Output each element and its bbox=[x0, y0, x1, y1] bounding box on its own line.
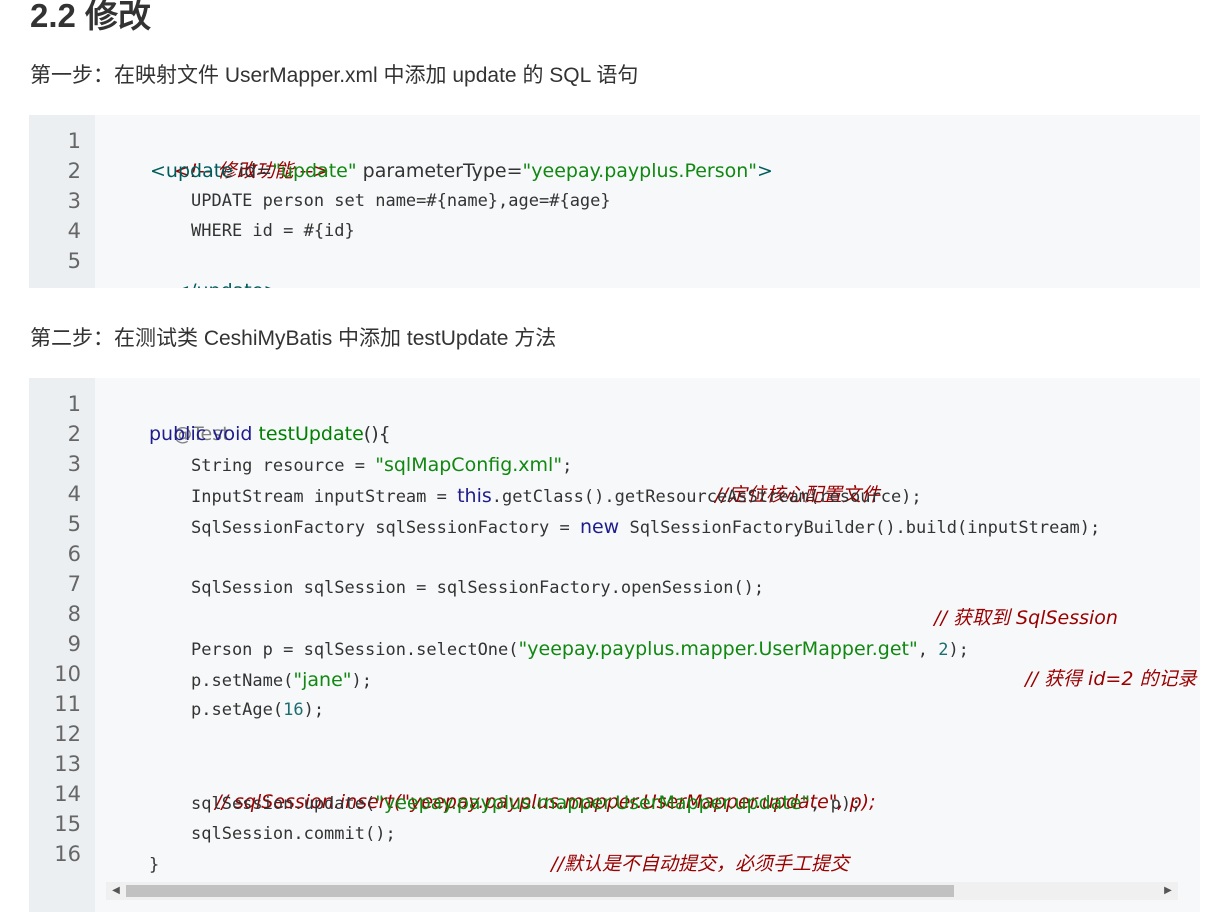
xml-attr-value: "yeepay.payplus.Person" bbox=[522, 160, 758, 182]
line-number: 10 bbox=[54, 662, 81, 686]
code-keyword: new bbox=[579, 516, 620, 538]
line-number: 7 bbox=[67, 572, 81, 596]
step-one-text: 第一步：在映射文件 UserMapper.xml 中添加 update 的 SQ… bbox=[30, 64, 639, 87]
code-line: } bbox=[149, 855, 160, 875]
code-line: Person p = sqlSession.selectOne("yeepay.… bbox=[191, 634, 969, 665]
code-line: </update> bbox=[150, 246, 279, 288]
code-line: <update id="update" parameterType="yeepa… bbox=[150, 156, 773, 186]
xml-attr: parameterType= bbox=[356, 160, 523, 182]
xml-tag: > bbox=[757, 160, 773, 182]
line-number: 3 bbox=[67, 452, 81, 476]
code-keyword: this bbox=[457, 485, 492, 507]
code-string: "jane" bbox=[293, 669, 352, 691]
code-comment: // 获得 id=2 的记录 bbox=[1025, 668, 1197, 690]
line-number: 14 bbox=[54, 782, 81, 806]
line-number-gutter: 1 2 3 4 5 6 7 8 9 10 11 12 13 14 15 16 bbox=[29, 378, 95, 912]
code-line: UPDATE person set name=#{name},age=#{age… bbox=[191, 191, 611, 211]
code-number: 2 bbox=[938, 640, 949, 660]
line-number: 9 bbox=[67, 632, 81, 656]
code-line: p.setName("jane"); bbox=[191, 665, 372, 696]
code-keyword: public void bbox=[149, 423, 253, 445]
line-number: 1 bbox=[67, 129, 81, 153]
xml-attr-value: "update" bbox=[272, 160, 357, 182]
code-text: InputStream inputStream = bbox=[191, 487, 458, 507]
line-number-gutter: 1 2 3 4 5 bbox=[29, 115, 95, 288]
line-number: 3 bbox=[67, 189, 81, 213]
code-text: , bbox=[917, 640, 939, 660]
xml-code-block: 1 2 3 4 5 <!-- 修改功能 --> <update id="upda… bbox=[29, 115, 1200, 288]
line-number: 15 bbox=[54, 812, 81, 836]
horizontal-scrollbar[interactable]: ◀ ▶ bbox=[106, 882, 1178, 900]
code-comment: //默认是不自动提交，必须手工提交 bbox=[551, 853, 849, 875]
code-string: "sqlMapConfig.xml" bbox=[375, 454, 563, 476]
line-number: 5 bbox=[67, 249, 81, 273]
line-number: 1 bbox=[67, 392, 81, 416]
code-line: SqlSession sqlSession = sqlSessionFactor… bbox=[191, 578, 765, 598]
code-text: ); bbox=[948, 640, 969, 660]
code-number: 16 bbox=[283, 700, 304, 720]
xml-attr: id= bbox=[232, 160, 273, 182]
line-number: 16 bbox=[54, 842, 81, 866]
code-comment: // 获取到 SqlSession bbox=[934, 607, 1118, 629]
code-line: sqlSession.commit(); bbox=[191, 824, 396, 844]
code-line: public void testUpdate(){ bbox=[149, 419, 391, 449]
line-number: 8 bbox=[67, 602, 81, 626]
line-number: 4 bbox=[67, 219, 81, 243]
xml-tag: <update bbox=[150, 160, 233, 182]
code-line: InputStream inputStream = this.getClass(… bbox=[191, 481, 922, 512]
code-line: p.setAge(16); bbox=[191, 695, 324, 725]
line-number: 13 bbox=[54, 752, 81, 776]
code-line: String resource = "sqlMapConfig.xml"; bbox=[191, 450, 572, 481]
line-number: 11 bbox=[54, 692, 81, 716]
code-text: ); bbox=[303, 700, 325, 720]
code-function-name: testUpdate bbox=[258, 423, 364, 445]
code-line: SqlSessionFactory sqlSessionFactory = ne… bbox=[191, 512, 1100, 543]
code-text: , p); bbox=[810, 794, 862, 814]
line-number: 5 bbox=[67, 512, 81, 536]
xml-tag: </update> bbox=[174, 280, 279, 288]
code-line: WHERE id = #{id} bbox=[191, 221, 355, 241]
code-text: String resource = bbox=[191, 456, 376, 476]
line-number: 2 bbox=[67, 159, 81, 183]
code-line: // 获得 id=2 的记录 bbox=[1001, 634, 1196, 724]
section-heading: 2.2 修改 bbox=[30, 0, 152, 34]
line-number: 4 bbox=[67, 482, 81, 506]
scroll-right-icon[interactable]: ▶ bbox=[1158, 882, 1178, 900]
scrollbar-thumb[interactable] bbox=[126, 885, 954, 897]
java-code-block: 1 2 3 4 5 6 7 8 9 10 11 12 13 14 15 16 @… bbox=[29, 378, 1200, 912]
line-number: 6 bbox=[67, 542, 81, 566]
scroll-left-icon[interactable]: ◀ bbox=[106, 882, 126, 900]
code-text: sqlSession.update( bbox=[191, 794, 376, 814]
step-two-text: 第二步：在测试类 CeshiMyBatis 中添加 testUpdate 方法 bbox=[30, 327, 557, 350]
code-text: ); bbox=[351, 671, 372, 691]
line-number: 2 bbox=[67, 422, 81, 446]
code-text: ; bbox=[562, 456, 573, 476]
code-text: SqlSessionFactoryBuilder().build(inputSt… bbox=[619, 518, 1101, 538]
code-text: SqlSessionFactory sqlSessionFactory = bbox=[191, 518, 580, 538]
code-text: p.setAge( bbox=[191, 700, 284, 720]
code-string: "yeepay.payplus.mapper.UserMapper.update… bbox=[375, 792, 811, 814]
code-text: .getClass().getResourceAsStream(resource… bbox=[491, 487, 922, 507]
line-number: 12 bbox=[54, 722, 81, 746]
code-string: "yeepay.payplus.mapper.UserMapper.get" bbox=[518, 638, 918, 660]
code-text: Person p = sqlSession.selectOne( bbox=[191, 640, 519, 660]
code-text: p.setName( bbox=[191, 671, 294, 691]
code-line: sqlSession.update("yeepay.payplus.mapper… bbox=[191, 788, 861, 819]
code-text: (){ bbox=[363, 423, 391, 445]
